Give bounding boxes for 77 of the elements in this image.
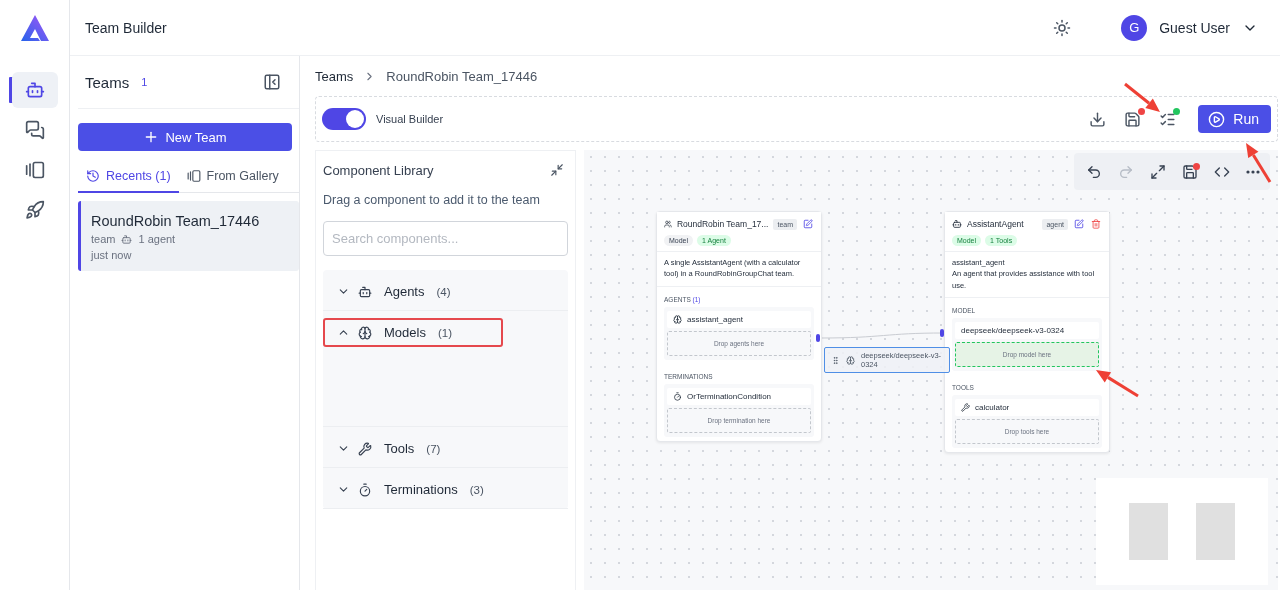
save-icon bbox=[1124, 110, 1142, 128]
expand-icon bbox=[1150, 163, 1166, 180]
play-icon bbox=[1208, 110, 1226, 128]
page-title: Team Builder bbox=[85, 19, 168, 36]
brain-icon bbox=[673, 314, 682, 324]
chat-icon bbox=[24, 120, 45, 140]
team-count: 1 bbox=[141, 76, 149, 88]
node-title: AssistantAgent bbox=[967, 219, 1025, 229]
builder-toggle[interactable] bbox=[322, 108, 366, 130]
panel-tab[interactable]: From Gallery bbox=[178, 163, 287, 193]
edit-icon bbox=[803, 219, 813, 229]
library-section-header[interactable]: Terminations (3) bbox=[323, 475, 496, 504]
run-button[interactable]: Run bbox=[1198, 105, 1271, 133]
library-title: Component Library bbox=[323, 162, 434, 178]
node-item[interactable]: deepseek/deepseek-v3-0324 bbox=[955, 321, 1099, 339]
timer-icon bbox=[358, 482, 372, 497]
team-type: team bbox=[91, 233, 116, 245]
edit-button[interactable] bbox=[802, 218, 814, 230]
trash-icon bbox=[1091, 219, 1101, 229]
library-subtitle: Drag a component to add it to the team bbox=[323, 193, 541, 207]
annotation-arrow bbox=[1124, 82, 1160, 112]
agent-count: 1 agent bbox=[138, 233, 176, 245]
grip-icon bbox=[831, 355, 840, 365]
robot-icon bbox=[121, 233, 133, 245]
brain-icon bbox=[358, 325, 372, 340]
nav-button[interactable] bbox=[11, 72, 58, 108]
breadcrumb-item: RoundRobin Team_17446 bbox=[386, 68, 538, 84]
team-name: RoundRobin Team_17446 bbox=[91, 213, 261, 229]
robot-icon bbox=[24, 80, 45, 100]
annotation-arrow bbox=[1246, 143, 1272, 183]
minimap-node bbox=[1196, 503, 1235, 560]
connection-handle[interactable] bbox=[816, 334, 820, 342]
connection-handle[interactable] bbox=[940, 329, 944, 337]
node-title: RoundRobin Team_17... bbox=[676, 219, 769, 229]
save-icon bbox=[1182, 163, 1198, 180]
redo-icon bbox=[1118, 163, 1134, 180]
sun-icon bbox=[1053, 18, 1072, 37]
download-icon bbox=[1089, 110, 1107, 128]
panel-title: Teams bbox=[85, 73, 130, 91]
library-section-header[interactable]: Tools (7) bbox=[323, 434, 453, 463]
save-button[interactable] bbox=[1180, 161, 1200, 182]
robot-icon bbox=[952, 219, 962, 229]
library-section-header[interactable]: Agents (4) bbox=[323, 277, 463, 306]
search-field[interactable]: Search components... bbox=[323, 221, 568, 256]
sidebar-toggle-icon bbox=[263, 73, 281, 91]
brain-icon bbox=[846, 355, 855, 365]
timer-icon bbox=[673, 391, 682, 401]
library-section-header[interactable]: Models (1) bbox=[323, 318, 503, 347]
wrench-icon bbox=[358, 441, 372, 456]
gallery-icon bbox=[24, 160, 45, 180]
wrench-icon bbox=[961, 402, 970, 412]
team-node[interactable] bbox=[656, 211, 822, 442]
node-item[interactable]: calculator bbox=[955, 398, 1099, 416]
minimap-node bbox=[1129, 503, 1168, 560]
minimize-icon bbox=[550, 163, 564, 177]
new-team-button[interactable]: New Team bbox=[78, 123, 292, 151]
gallery-icon bbox=[186, 169, 201, 183]
more-icon bbox=[1246, 169, 1260, 174]
edit-button[interactable] bbox=[1073, 218, 1085, 230]
user-menu[interactable]: G Guest User bbox=[1115, 13, 1264, 42]
history-icon bbox=[86, 169, 100, 183]
app-logo bbox=[19, 14, 50, 42]
breadcrumb-item[interactable]: Teams bbox=[315, 68, 354, 84]
delete-button[interactable] bbox=[1090, 218, 1102, 230]
user-avatar: G bbox=[1121, 14, 1148, 41]
toggle-label: Visual Builder bbox=[376, 113, 445, 125]
rocket-icon bbox=[24, 200, 45, 220]
node-item[interactable]: assistant_agent bbox=[667, 310, 811, 328]
updated-time: just now bbox=[91, 249, 133, 261]
undo-icon bbox=[1086, 163, 1102, 180]
robot-icon bbox=[358, 284, 372, 299]
team-list-item[interactable]: RoundRobin Team_17446 team 1 agent just now bbox=[78, 201, 299, 271]
annotation-arrow bbox=[1096, 370, 1139, 398]
edit-icon bbox=[1074, 219, 1084, 229]
node-item[interactable]: OrTerminationCondition bbox=[667, 387, 811, 405]
panel-tab[interactable]: Recents (1) bbox=[78, 163, 179, 193]
users-icon bbox=[664, 219, 672, 229]
